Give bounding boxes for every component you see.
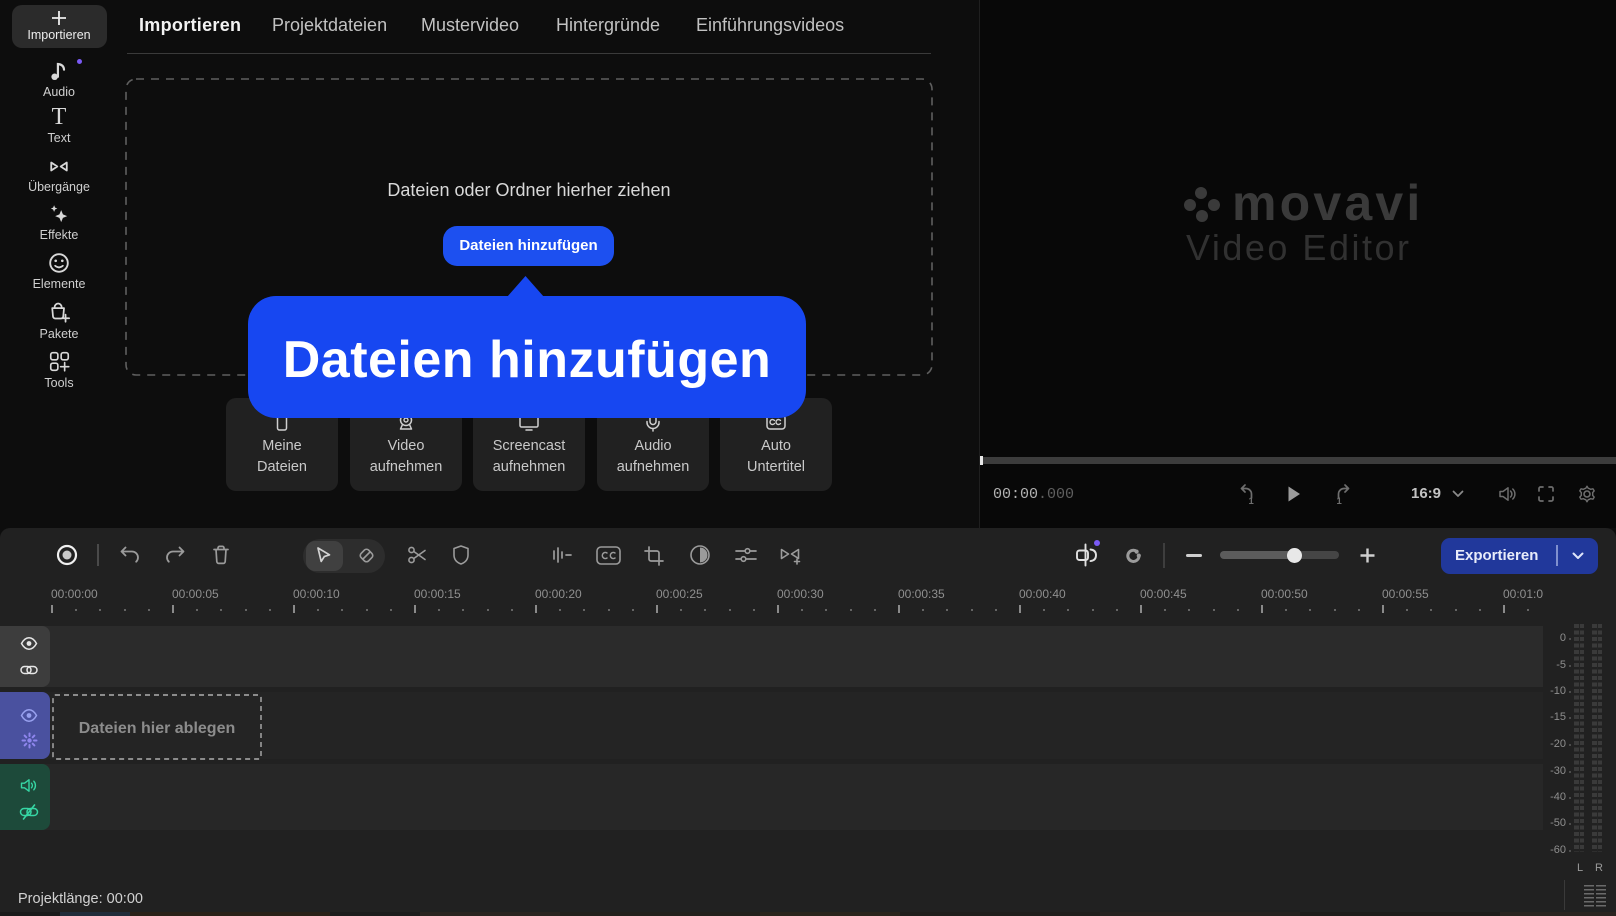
svg-text:1: 1 — [1337, 496, 1343, 505]
svg-text:1: 1 — [1249, 496, 1255, 505]
